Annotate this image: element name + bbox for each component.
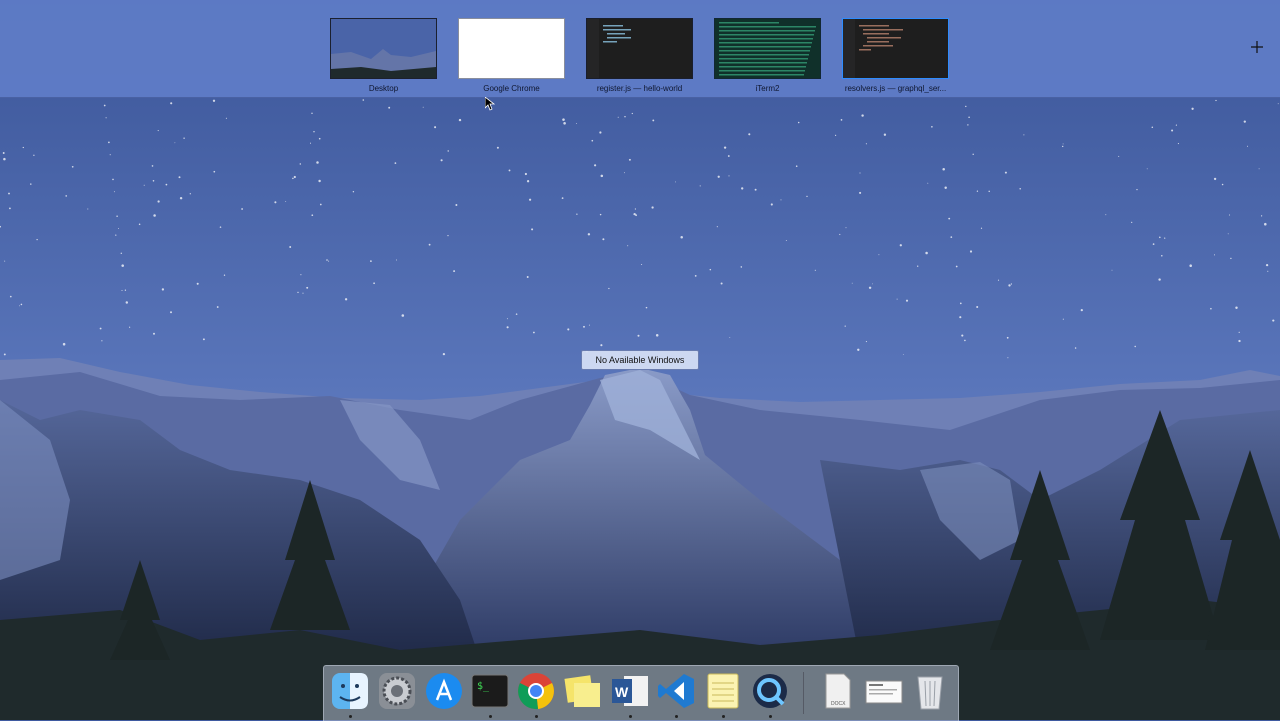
dock-finder[interactable] [330,671,370,711]
space-register-js[interactable]: register.js — hello-world [586,18,693,93]
word-icon: W [612,676,648,706]
chrome-window-thumbnail [458,18,565,79]
finder-icon [332,673,368,709]
dock-microsoft-word[interactable]: W [610,671,650,711]
screenshot-stack-icon [865,680,903,704]
notes-icon [707,673,739,709]
app-store-icon [426,673,462,709]
mouse-cursor-icon [485,97,495,111]
space-iterm2[interactable]: iTerm2 [714,18,821,93]
plus-icon [1251,41,1263,53]
editor-window-thumbnail [586,18,693,79]
running-indicator [769,715,772,718]
dock-stickies[interactable] [563,671,603,711]
space-label: iTerm2 [755,84,780,93]
no-available-windows-message: No Available Windows [581,350,699,370]
space-google-chrome[interactable]: Google Chrome [458,18,565,93]
dock-docx-file[interactable]: DOCX [817,671,857,711]
dock-vscode[interactable] [656,671,696,711]
space-label: register.js — hello-world [596,84,683,93]
running-indicator [629,715,632,718]
space-label: resolvers.js — graphql_ser... [844,84,947,93]
docx-file-icon: DOCX [825,673,851,709]
dock-google-chrome[interactable] [516,671,556,711]
running-indicator [675,715,678,718]
dock-separator [803,672,804,714]
trash-icon [917,676,943,710]
add-space-button[interactable] [1248,38,1266,56]
svg-text:$_: $_ [477,681,490,692]
running-indicator [535,715,538,718]
space-desktop[interactable]: Desktop [330,18,437,93]
system-preferences-icon [379,673,415,709]
dock-app-store[interactable] [424,671,464,711]
space-label: Google Chrome [483,84,540,93]
dock-terminal[interactable]: $_ [470,671,510,711]
running-indicator [489,715,492,718]
editor-window-thumbnail [842,18,949,79]
spaces-bar: Desktop Google Chrome register.js — hell… [0,0,1280,98]
dock-system-preferences[interactable] [377,671,417,711]
terminal-icon: $_ [471,674,509,708]
quicktime-icon [753,674,787,708]
docx-file-label: DOCX [831,701,846,707]
running-indicator [349,715,352,718]
running-indicator [722,715,725,718]
dock-trash[interactable] [910,671,950,711]
space-label: Desktop [368,84,399,93]
chrome-icon [518,673,554,710]
dock-quicktime[interactable] [750,671,790,711]
stickies-icon [564,675,600,707]
svg-text:W: W [615,684,629,700]
vscode-icon [658,674,694,708]
space-resolvers-js[interactable]: resolvers.js — graphql_ser... [842,18,949,93]
dock: $_ W DOCX [323,665,959,721]
dock-notes[interactable] [703,671,743,711]
desktop-thumbnail [330,18,437,79]
dock-screenshots-stack[interactable] [864,671,904,711]
terminal-window-thumbnail [714,18,821,79]
